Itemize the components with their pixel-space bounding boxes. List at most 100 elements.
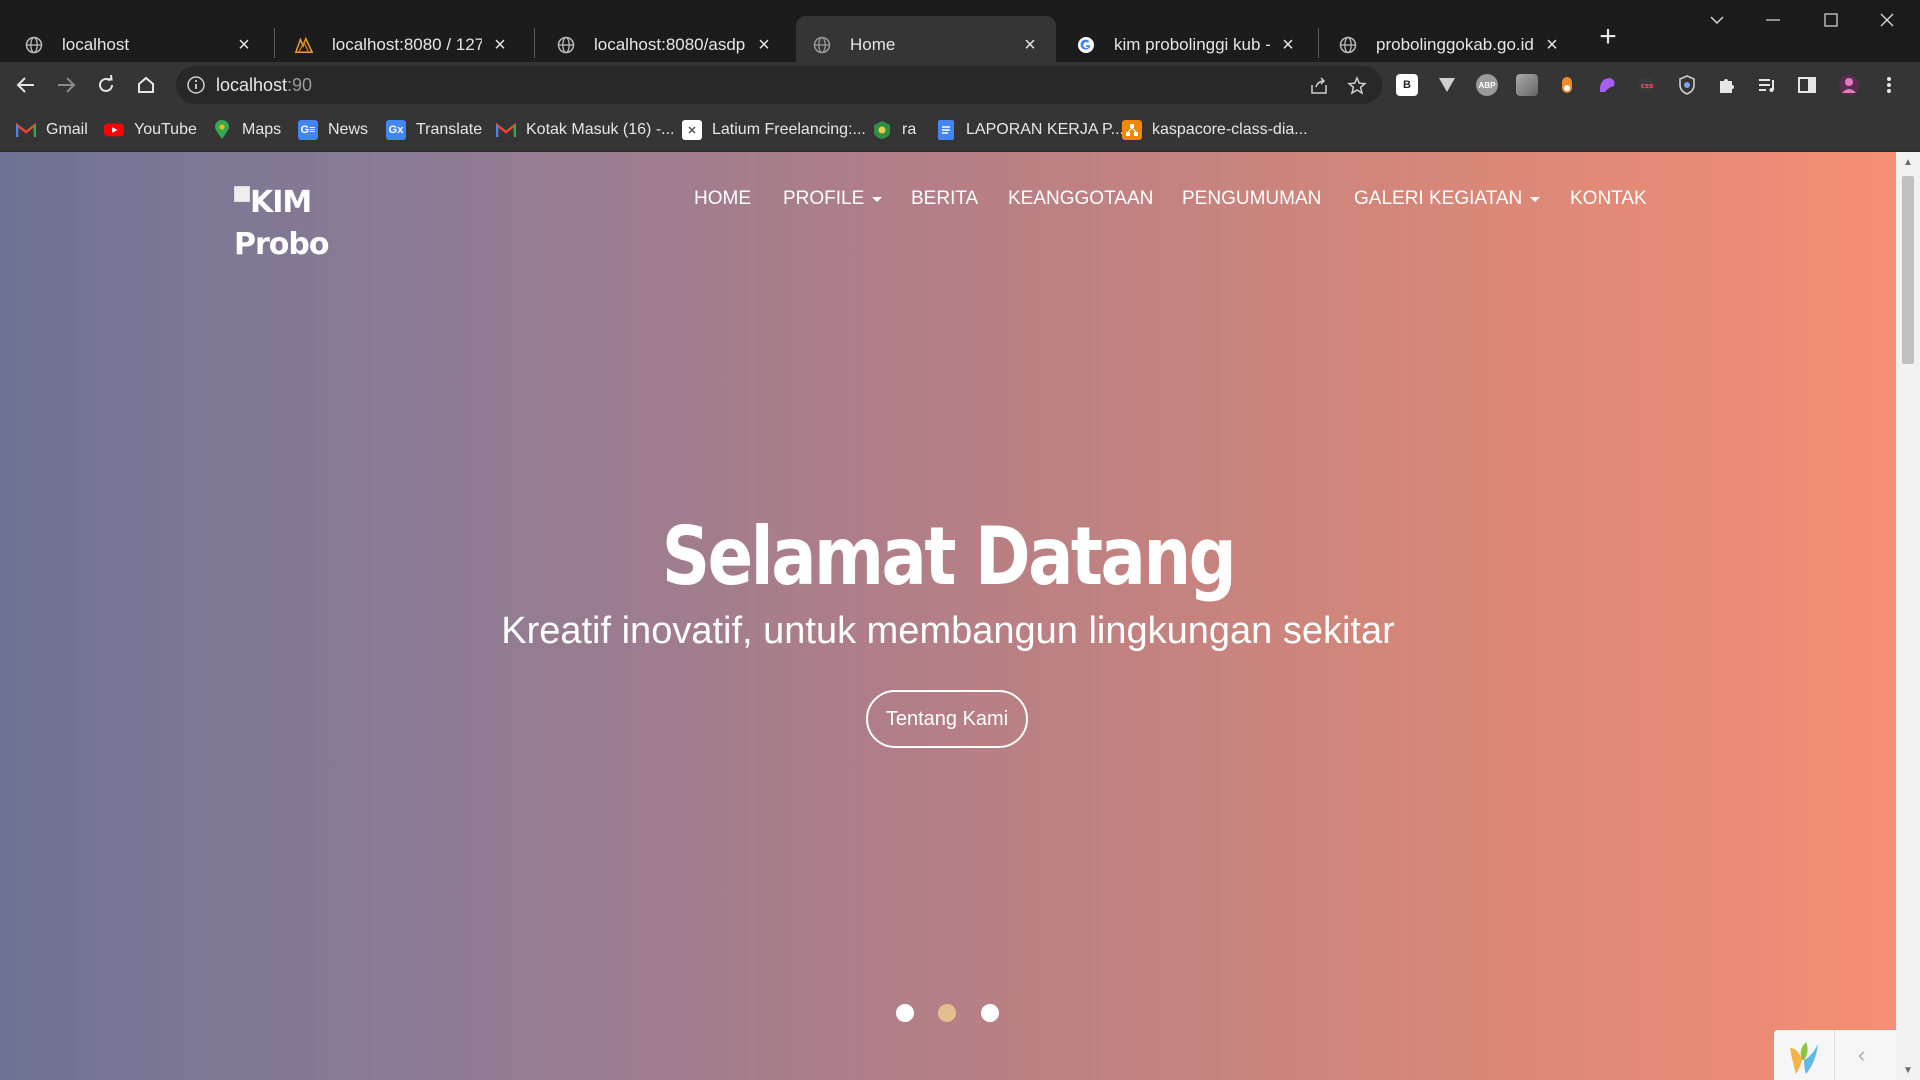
tentang-kami-button[interactable]: Tentang Kami bbox=[866, 690, 1028, 748]
scroll-up-icon[interactable]: ▲ bbox=[1896, 152, 1920, 172]
url-text: localhost:90 bbox=[216, 75, 312, 96]
bookmark-youtube[interactable]: YouTube bbox=[104, 118, 197, 142]
colorzilla-extension-icon[interactable] bbox=[1556, 74, 1578, 96]
phpmyadmin-icon bbox=[294, 35, 314, 55]
address-bar[interactable]: localhost:90 bbox=[176, 66, 1382, 104]
news-icon: G≡ bbox=[298, 120, 318, 140]
bookmark-label: LAPORAN KERJA P... bbox=[966, 121, 1124, 138]
nav-keanggotaan[interactable]: KEANGGOTAAN bbox=[1008, 188, 1153, 210]
menu-kebab-icon[interactable] bbox=[1878, 74, 1900, 96]
close-icon[interactable]: × bbox=[234, 34, 254, 56]
logo-alt-line1: KIM bbox=[250, 185, 312, 220]
hero-title: Selamat Datang bbox=[661, 510, 1237, 603]
bookmarks-bar: Gmail YouTube Maps G≡ News Gx Translate … bbox=[0, 108, 1920, 152]
bookmark-label: kaspacore-class-dia... bbox=[1152, 121, 1308, 138]
nav-label: KEANGGOTAAN bbox=[1008, 188, 1154, 209]
bookmark-news[interactable]: G≡ News bbox=[298, 118, 368, 142]
youtube-icon bbox=[104, 120, 124, 140]
bookmark-kotak-masuk[interactable]: Kotak Masuk (16) -... bbox=[496, 118, 675, 142]
page-scrollbar[interactable]: ▲ ▼ bbox=[1896, 152, 1920, 1080]
maps-icon bbox=[212, 120, 232, 140]
minimize-icon[interactable] bbox=[1744, 0, 1802, 40]
gmail-icon bbox=[496, 120, 516, 140]
bookmark-label: Gmail bbox=[46, 121, 88, 138]
drawio-icon bbox=[1122, 120, 1142, 140]
share-icon[interactable] bbox=[1306, 73, 1332, 99]
nav-profile[interactable]: PROFILE bbox=[783, 188, 883, 210]
yii-logo-icon[interactable] bbox=[1784, 1038, 1824, 1078]
tab-title: Home bbox=[850, 35, 896, 54]
css-viewer-extension-icon[interactable]: css bbox=[1636, 74, 1658, 96]
screenshot-extension-icon[interactable] bbox=[1516, 74, 1538, 96]
pastel-extension-icon[interactable] bbox=[1596, 74, 1618, 96]
bookmark-star-icon[interactable] bbox=[1344, 73, 1370, 99]
globe-icon bbox=[556, 35, 576, 55]
adblock-extension-icon[interactable]: ABP bbox=[1476, 74, 1498, 96]
globe-icon bbox=[24, 35, 44, 55]
media-control-icon[interactable] bbox=[1756, 74, 1778, 96]
page-viewport: KIM Probolin HOME PROFILE BERITA KEANGGO… bbox=[0, 152, 1896, 1080]
carousel-indicator-2[interactable] bbox=[938, 1004, 956, 1022]
latium-icon: ✕ bbox=[682, 120, 702, 140]
url-port: :90 bbox=[287, 75, 313, 95]
nav-galeri-kegiatan[interactable]: GALERI KEGIATAN bbox=[1354, 188, 1541, 210]
translate-icon: Gx bbox=[386, 120, 406, 140]
caret-down-icon bbox=[1530, 196, 1541, 202]
google-icon bbox=[1076, 35, 1096, 55]
window-close-icon[interactable] bbox=[1858, 0, 1916, 40]
tab-separator bbox=[274, 28, 275, 58]
shield-extension-icon[interactable] bbox=[1676, 74, 1698, 96]
gmail-icon bbox=[16, 120, 36, 140]
bookmark-label: Kotak Masuk (16) -... bbox=[526, 121, 675, 138]
scrollbar-thumb[interactable] bbox=[1902, 176, 1914, 364]
close-icon[interactable]: × bbox=[1278, 34, 1298, 56]
close-icon[interactable]: × bbox=[1020, 34, 1040, 56]
docs-icon bbox=[936, 120, 956, 140]
nav-kontak[interactable]: KONTAK bbox=[1570, 188, 1647, 210]
bookmark-gmail[interactable]: Gmail bbox=[16, 118, 88, 142]
new-tab-button[interactable]: + bbox=[1594, 22, 1622, 52]
yii-debug-toolbar: ‹ bbox=[1774, 1030, 1896, 1080]
nav-label: BERITA bbox=[911, 188, 979, 209]
bookmark-laporan-kerja[interactable]: LAPORAN KERJA P... bbox=[936, 118, 1124, 142]
collapse-chevron-icon[interactable]: ‹ bbox=[1858, 1042, 1865, 1068]
reload-icon[interactable] bbox=[90, 69, 122, 101]
nav-label: GALERI KEGIATAN bbox=[1354, 188, 1523, 209]
broken-image-icon bbox=[234, 186, 250, 202]
bookmark-maps[interactable]: Maps bbox=[212, 118, 281, 142]
bitwarden-extension-icon[interactable]: B bbox=[1396, 74, 1418, 96]
bookmark-label: YouTube bbox=[134, 121, 197, 138]
forward-icon[interactable] bbox=[50, 69, 82, 101]
bookmark-kaspacore[interactable]: kaspacore-class-dia... bbox=[1122, 118, 1308, 142]
maximize-icon[interactable] bbox=[1802, 0, 1860, 40]
profile-avatar[interactable] bbox=[1838, 74, 1860, 96]
bookmark-translate[interactable]: Gx Translate bbox=[386, 118, 482, 142]
extensions-puzzle-icon[interactable] bbox=[1716, 74, 1738, 96]
back-icon[interactable] bbox=[10, 69, 42, 101]
nav-berita[interactable]: BERITA bbox=[911, 188, 978, 210]
nav-pengumuman[interactable]: PENGUMUMAN bbox=[1182, 188, 1321, 210]
close-icon[interactable]: × bbox=[1542, 34, 1562, 56]
bookmark-ra[interactable]: ra bbox=[872, 118, 916, 142]
globe-icon bbox=[812, 35, 832, 55]
site-info-icon[interactable] bbox=[186, 75, 206, 95]
close-icon[interactable]: × bbox=[754, 34, 774, 56]
tab-separator bbox=[534, 28, 535, 58]
globe-icon bbox=[1338, 35, 1358, 55]
side-panel-icon[interactable] bbox=[1796, 74, 1818, 96]
scroll-down-icon[interactable]: ▼ bbox=[1896, 1060, 1920, 1080]
tab-separator bbox=[1318, 28, 1319, 58]
home-icon[interactable] bbox=[130, 69, 162, 101]
tab-title: probolinggokab.go.id bbox=[1376, 35, 1534, 54]
close-icon[interactable]: × bbox=[490, 34, 510, 56]
browser-toolbar: localhost:90 B ABP css bbox=[0, 62, 1920, 108]
hero-subtitle: Kreatif inovatif, untuk membangun lingku… bbox=[501, 610, 1395, 652]
carousel-indicator-1[interactable] bbox=[896, 1004, 914, 1022]
tab-search-icon[interactable] bbox=[1688, 0, 1746, 40]
bookmark-latium[interactable]: ✕ Latium Freelancing:... bbox=[682, 118, 866, 142]
bookmark-label: ra bbox=[902, 121, 917, 138]
nav-home[interactable]: HOME bbox=[694, 188, 751, 210]
vimium-extension-icon[interactable] bbox=[1436, 74, 1458, 96]
site-logo[interactable]: KIM Probolin bbox=[234, 182, 330, 292]
carousel-indicator-3[interactable] bbox=[981, 1004, 999, 1022]
